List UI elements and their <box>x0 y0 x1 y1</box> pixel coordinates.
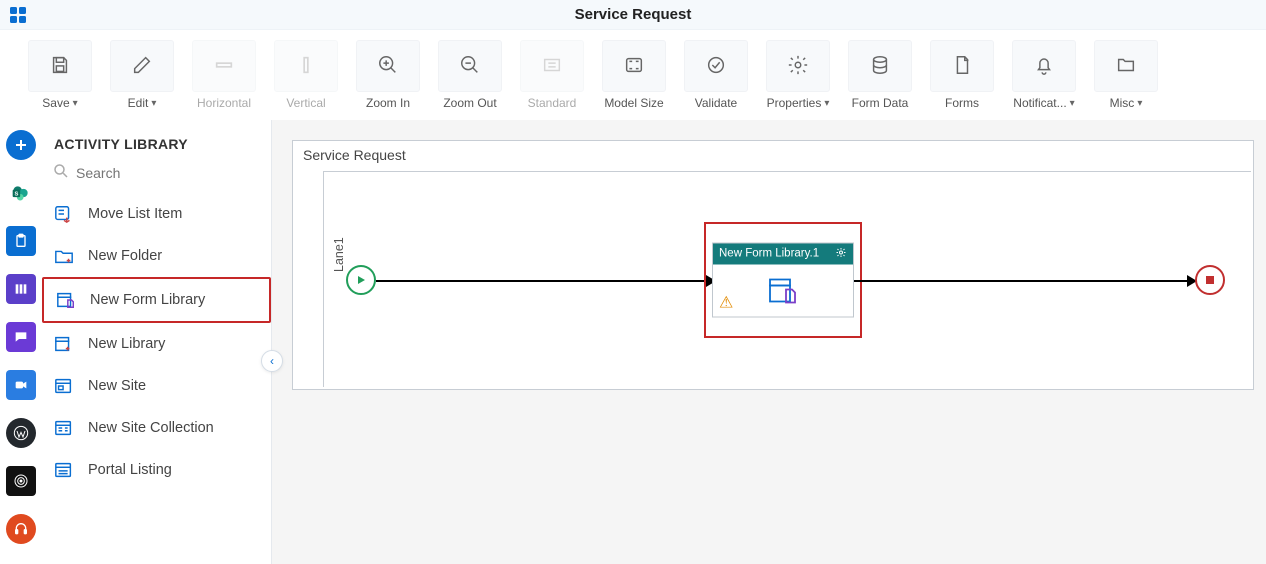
vertical-layout-icon <box>295 54 317 79</box>
chevron-down-icon: ▾ <box>151 98 156 109</box>
bell-icon <box>1033 54 1055 79</box>
lib-new-site[interactable]: New Site <box>42 365 271 407</box>
new-site-icon <box>52 375 76 397</box>
horizontal-group: Horizontal <box>192 40 256 110</box>
designer-canvas-wrap: Service Request Lane1 New Form Library.1… <box>272 120 1266 564</box>
rail-sharepoint-icon[interactable]: S <box>6 178 36 208</box>
rail-clipboard-icon[interactable] <box>6 226 36 256</box>
zoomin-group[interactable]: Zoom In <box>356 40 420 110</box>
lib-item-label: New Folder <box>88 248 162 264</box>
zoom-in-icon <box>377 54 399 79</box>
lib-new-folder[interactable]: New Folder <box>42 235 271 277</box>
toolbar: Save▾ Edit▾ Horizontal Vertical Zoom In … <box>0 30 1266 120</box>
properties-group[interactable]: Properties▾ <box>766 40 830 110</box>
chevron-down-icon: ▾ <box>824 98 829 109</box>
new-folder-icon <box>52 245 76 267</box>
lib-item-label: New Form Library <box>90 292 205 308</box>
rail-headset-icon[interactable] <box>6 514 36 544</box>
lib-new-library[interactable]: New Library <box>42 323 271 365</box>
misc-group[interactable]: Misc▾ <box>1094 40 1158 110</box>
fit-standard-icon <box>541 54 563 79</box>
rail-chat-icon[interactable] <box>6 322 36 352</box>
svg-text:S: S <box>14 192 18 198</box>
folder-icon <box>1115 54 1137 79</box>
fit-model-icon <box>623 54 645 79</box>
flow-arrow-2 <box>854 280 1195 282</box>
vertical-group: Vertical <box>274 40 338 110</box>
new-library-icon <box>52 333 76 355</box>
lib-move-list-item[interactable]: Move List Item <box>42 193 271 235</box>
validate-group[interactable]: Validate <box>684 40 748 110</box>
warning-icon: ⚠ <box>719 292 733 312</box>
lib-new-form-library[interactable]: New Form Library <box>42 277 271 323</box>
rail-target-icon[interactable] <box>6 466 36 496</box>
forms-icon <box>951 54 973 79</box>
chevron-down-icon: ▾ <box>1070 98 1075 109</box>
process-canvas[interactable]: Service Request Lane1 New Form Library.1… <box>292 140 1254 390</box>
database-icon <box>869 54 891 79</box>
search-icon <box>52 162 70 183</box>
notifications-group[interactable]: Notificat...▾ <box>1012 40 1076 110</box>
activity-new-form-library[interactable]: New Form Library.1 ⚠ <box>712 242 854 317</box>
rail-add-button[interactable] <box>6 130 36 160</box>
rail-video-icon[interactable] <box>6 370 36 400</box>
validate-icon <box>705 54 727 79</box>
lib-item-label: New Site Collection <box>88 420 214 436</box>
new-site-collection-icon <box>52 417 76 439</box>
canvas-title: Service Request <box>303 147 406 163</box>
gear-icon[interactable] <box>835 246 847 261</box>
lib-new-site-collection[interactable]: New Site Collection <box>42 407 271 449</box>
lib-item-label: Portal Listing <box>88 462 172 478</box>
zoomout-group[interactable]: Zoom Out <box>438 40 502 110</box>
flow-arrow-1 <box>376 280 714 282</box>
standard-group: Standard <box>520 40 584 110</box>
search-input[interactable] <box>76 165 261 181</box>
activity-title: New Form Library.1 <box>719 248 819 260</box>
zoom-out-icon <box>459 54 481 79</box>
forms-group[interactable]: Forms <box>930 40 994 110</box>
app-header: Service Request <box>0 0 1266 30</box>
gear-icon <box>787 54 809 79</box>
lib-item-label: New Site <box>88 378 146 394</box>
save-group[interactable]: Save▾ <box>28 40 92 110</box>
chevron-left-icon: ‹ <box>270 354 274 368</box>
lib-item-label: Move List Item <box>88 206 182 222</box>
horizontal-layout-icon <box>213 54 235 79</box>
move-list-icon <box>52 203 76 225</box>
portal-listing-icon <box>52 459 76 481</box>
left-rail: S <box>0 120 42 564</box>
end-node[interactable] <box>1195 265 1225 295</box>
start-node[interactable] <box>346 265 376 295</box>
formdata-group[interactable]: Form Data <box>848 40 912 110</box>
lib-portal-listing[interactable]: Portal Listing <box>42 449 271 491</box>
edit-group[interactable]: Edit▾ <box>110 40 174 110</box>
lane-label: Lane1 <box>332 237 346 272</box>
page-title: Service Request <box>0 6 1266 23</box>
panel-title: ACTIVITY LIBRARY <box>42 120 271 162</box>
chevron-down-icon: ▾ <box>73 98 78 109</box>
chevron-down-icon: ▾ <box>1137 98 1142 109</box>
rail-columns-icon[interactable] <box>6 274 36 304</box>
collapse-panel-button[interactable]: ‹ <box>261 350 283 372</box>
edit-icon <box>131 54 153 79</box>
lib-item-label: New Library <box>88 336 165 352</box>
activity-library-panel: ACTIVITY LIBRARY Move List Item New Fold… <box>42 120 272 564</box>
save-icon <box>49 54 71 79</box>
rail-wordpress-icon[interactable] <box>6 418 36 448</box>
new-form-library-icon <box>54 289 78 311</box>
modelsize-group[interactable]: Model Size <box>602 40 666 110</box>
